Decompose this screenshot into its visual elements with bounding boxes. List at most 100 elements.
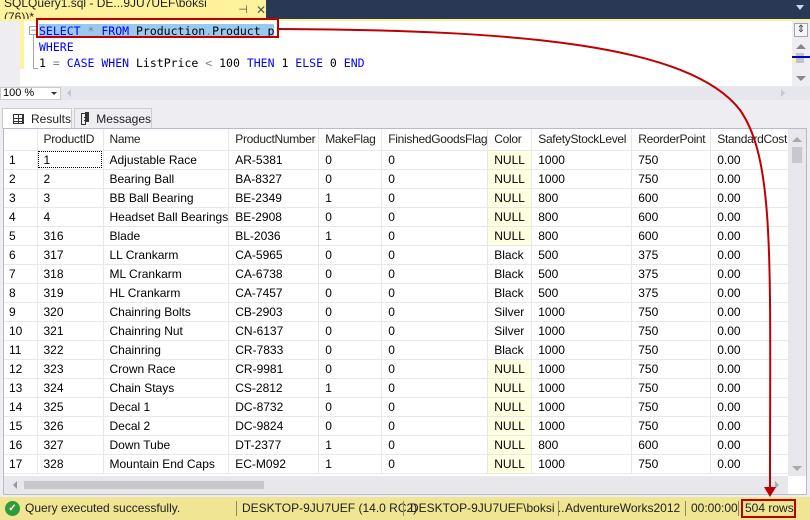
scroll-thumb[interactable] [792,147,802,163]
cell-safetystocklevel[interactable]: 1000 [531,397,633,417]
cell-color[interactable]: NULL [487,169,533,189]
cell-makeflag[interactable]: 0 [318,150,383,170]
cell-standardcost[interactable]: 0.00 [710,359,792,379]
cell-standardcost[interactable]: 0.00 [710,397,792,417]
cell-reorderpoint[interactable]: 750 [631,378,712,398]
cell-finishedgoodsflag[interactable]: 0 [381,397,489,417]
column-header[interactable]: ReorderPoint [631,129,712,151]
column-header[interactable]: SafetyStockLevel [531,129,633,151]
cell-color[interactable]: NULL [487,188,533,208]
row-number[interactable]: 10 [4,321,38,341]
cell-productnumber[interactable]: BL-2036 [228,226,320,246]
cell-safetystocklevel[interactable]: 800 [531,435,633,455]
cell-safetystocklevel[interactable]: 500 [531,283,633,303]
cell-name[interactable]: BB Ball Bearing [103,188,230,208]
cell-finishedgoodsflag[interactable]: 0 [381,245,489,265]
scroll-left-icon[interactable] [13,481,17,489]
cell-productid[interactable]: 318 [37,264,104,284]
cell-name[interactable]: Chain Stays [103,378,230,398]
cell-productid[interactable]: 323 [37,359,104,379]
cell-safetystocklevel[interactable]: 1000 [531,378,633,398]
cell-makeflag[interactable]: 0 [318,264,383,284]
cell-name[interactable]: Mountain End Caps [103,454,230,474]
cell-safetystocklevel[interactable]: 1000 [531,416,633,436]
cell-productnumber[interactable]: CR-9981 [228,359,320,379]
cell-standardcost[interactable]: 0.00 [710,150,792,170]
row-number[interactable]: 11 [4,340,38,360]
cell-finishedgoodsflag[interactable]: 0 [381,340,489,360]
cell-finishedgoodsflag[interactable]: 0 [381,454,489,474]
cell-productnumber[interactable]: CS-2812 [228,378,320,398]
cell-finishedgoodsflag[interactable]: 0 [381,378,489,398]
cell-safetystocklevel[interactable]: 1000 [531,454,633,474]
cell-safetystocklevel[interactable]: 800 [531,226,633,246]
zoom-level-dropdown[interactable]: 100 % [0,87,61,100]
cell-productnumber[interactable]: BE-2349 [228,188,320,208]
cell-color[interactable]: NULL [487,378,533,398]
cell-color[interactable]: NULL [487,454,533,474]
cell-name[interactable]: Chainring [103,340,230,360]
cell-color[interactable]: NULL [487,416,533,436]
cell-productid[interactable]: 320 [37,302,104,322]
cell-productnumber[interactable]: BE-2908 [228,207,320,227]
cell-productnumber[interactable]: AR-5381 [228,150,320,170]
pin-icon[interactable]: ⊣ [238,3,248,16]
editor-vertical-scrollbar[interactable]: ⇕ [792,21,810,86]
cell-color[interactable]: NULL [487,435,533,455]
cell-productid[interactable]: 327 [37,435,104,455]
table-row[interactable]: 11 322 Chainring CR-7833 0 0 Black 1000 750 0.00 [4,340,792,360]
cell-name[interactable]: HL Crankarm [103,283,230,303]
row-number-header[interactable] [4,129,38,151]
cell-productnumber[interactable]: DC-9824 [228,416,320,436]
scroll-right-icon[interactable] [781,89,785,97]
table-row[interactable]: 9 320 Chainring Bolts CB-2903 0 0 Silver 1000 75… [4,302,792,322]
cell-safetystocklevel[interactable]: 1000 [531,302,633,322]
row-number[interactable]: 14 [4,397,38,417]
column-header[interactable]: StandardCost [710,129,792,151]
table-row[interactable]: 10 321 Chainring Nut CN-6137 0 0 Silver 1000 750… [4,321,792,341]
cell-name[interactable]: Blade [103,226,230,246]
cell-productnumber[interactable]: CA-6738 [228,264,320,284]
table-row[interactable]: 17 328 Mountain End Caps EC-M092 1 0 NULL 1000 7… [4,454,792,474]
code-line-3[interactable]: 1 = CASE WHEN ListPrice < 100 THEN 1 ELS… [39,55,365,71]
cell-reorderpoint[interactable]: 600 [631,188,712,208]
cell-reorderpoint[interactable]: 750 [631,302,712,322]
table-row[interactable]: 13 324 Chain Stays CS-2812 1 0 NULL 1000 750 0.00 [4,378,792,398]
cell-makeflag[interactable]: 0 [318,169,383,189]
tab-results[interactable]: Results [2,108,72,129]
scroll-left-icon[interactable] [67,89,71,97]
cell-reorderpoint[interactable]: 750 [631,454,712,474]
cell-standardcost[interactable]: 0.00 [710,378,792,398]
row-number[interactable]: 5 [4,226,38,246]
cell-standardcost[interactable]: 0.00 [710,283,792,303]
row-number[interactable]: 16 [4,435,38,455]
cell-name[interactable]: Decal 1 [103,397,230,417]
cell-standardcost[interactable]: 0.00 [710,321,792,341]
cell-makeflag[interactable]: 1 [318,378,383,398]
cell-safetystocklevel[interactable]: 1000 [531,321,633,341]
cell-standardcost[interactable]: 0.00 [710,302,792,322]
cell-productid[interactable]: 326 [37,416,104,436]
cell-finishedgoodsflag[interactable]: 0 [381,435,489,455]
cell-color[interactable]: NULL [487,397,533,417]
cell-color[interactable]: NULL [487,359,533,379]
row-number[interactable]: 4 [4,207,38,227]
cell-reorderpoint[interactable]: 600 [631,207,712,227]
cell-productnumber[interactable]: DC-8732 [228,397,320,417]
cell-standardcost[interactable]: 0.00 [710,169,792,189]
cell-safetystocklevel[interactable]: 500 [531,245,633,265]
cell-finishedgoodsflag[interactable]: 0 [381,283,489,303]
cell-reorderpoint[interactable]: 750 [631,359,712,379]
row-number[interactable]: 8 [4,283,38,303]
column-header[interactable]: ProductID [37,129,104,151]
cell-standardcost[interactable]: 0.00 [710,340,792,360]
tab-messages[interactable]: Messages [74,108,152,128]
cell-productid[interactable]: 4 [37,207,104,227]
cell-reorderpoint[interactable]: 375 [631,264,712,284]
cell-productid[interactable]: 322 [37,340,104,360]
column-header[interactable]: Name [103,129,230,151]
cell-reorderpoint[interactable]: 750 [631,150,712,170]
cell-color[interactable]: Black [487,283,533,303]
column-header[interactable]: ProductNumber [228,129,320,151]
cell-makeflag[interactable]: 1 [318,188,383,208]
